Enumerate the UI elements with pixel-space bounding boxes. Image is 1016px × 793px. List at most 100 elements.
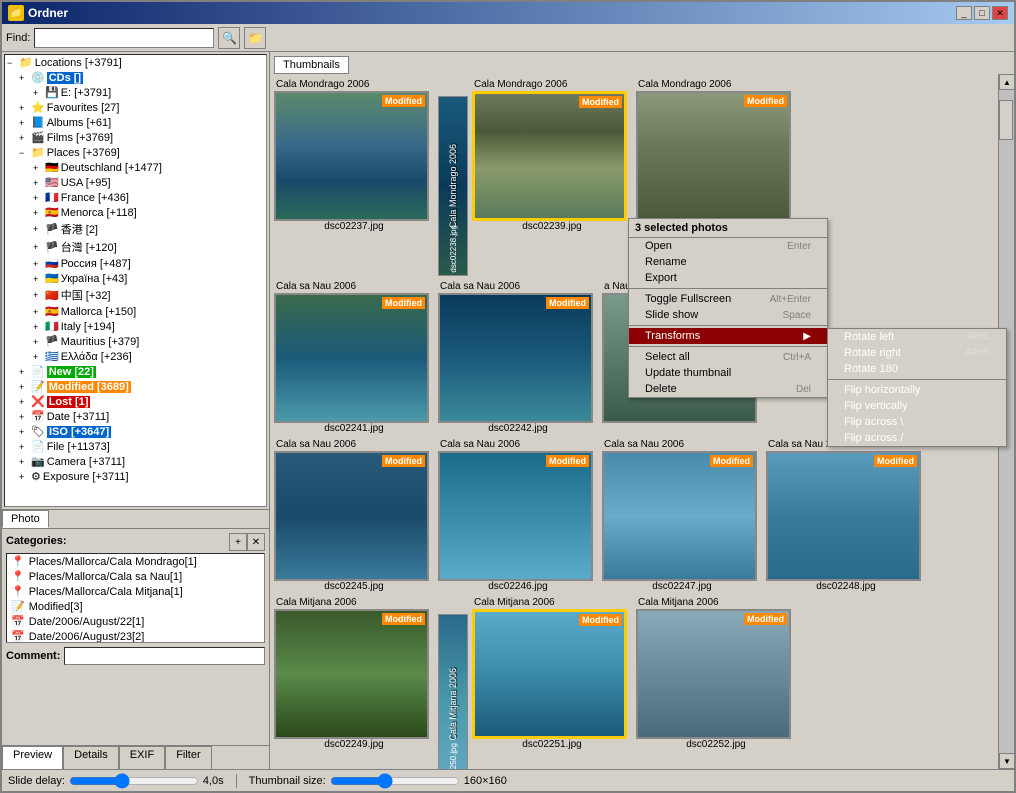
thumb-image[interactable]: Modified [766,451,921,581]
thumb-item-dsc02248[interactable]: Cala sa Nau 2006 Modified dsc02248.jpg [766,438,926,592]
add-category-button[interactable]: + [229,533,247,551]
thumb-image[interactable]: Modified [438,451,593,581]
tab-details[interactable]: Details [63,746,119,769]
tree-item-modified[interactable]: + 📝 Modified [3689] [5,379,266,394]
context-export[interactable]: Export [629,270,827,286]
tree-item-deutschland[interactable]: + 🇩🇪 Deutschland [+1477] [5,160,266,175]
thumb-item-dsc02238-vert[interactable]: Cala Mondrago 2006 dsc02238.jpg [438,96,468,276]
thumb-image[interactable]: Modified [274,609,429,739]
thumb-image[interactable]: Modified [472,91,627,221]
thumb-image[interactable]: Modified [472,609,627,739]
category-item-4[interactable]: 📅 Date/2006/August/22[1] [7,614,264,629]
comment-input[interactable] [64,647,265,665]
tree-item-menorca[interactable]: + 🇪🇸 Menorca [+118] [5,205,266,220]
tree-item-lost[interactable]: + ❌ Lost [1] [5,394,266,409]
slide-delay-slider[interactable] [69,774,199,788]
category-item-1[interactable]: 📍 Places/Mallorca/Cala sa Nau[1] [7,569,264,584]
context-rename[interactable]: Rename [629,254,827,270]
tree-item-places[interactable]: − 📁 Places [+3769] [5,145,266,160]
tab-exif[interactable]: EXIF [119,746,165,769]
thumb-image[interactable]: Modified [602,451,757,581]
thumb-image[interactable]: Modified [438,293,593,423]
category-item-2[interactable]: 📍 Places/Mallorca/Cala Mitjana[1] [7,584,264,599]
find-input[interactable] [34,28,214,48]
tree-item-hongkong[interactable]: + 🏴 香港 [2] [5,220,266,238]
tree-item-mauritius[interactable]: + 🏴 Mauritius [+379] [5,334,266,349]
tree-item-italy[interactable]: + 🇮🇹 Italy [+194] [5,319,266,334]
close-button[interactable]: ✕ [992,6,1008,20]
photo-tab[interactable]: Photo [2,510,49,528]
thumb-item-dsc02251[interactable]: Cala Mitjana 2006 Modified dsc02251.jpg [472,596,632,750]
category-item-5[interactable]: 📅 Date/2006/August/23[2] [7,629,264,643]
category-item-3[interactable]: 📝 Modified[3] [7,599,264,614]
thumb-title: Cala Mitjana 2006 [472,596,632,609]
tree-item-ukraine[interactable]: + 🇺🇦 Україна [+43] [5,271,266,286]
thumb-item-dsc02249[interactable]: Cala Mitjana 2006 Modified dsc02249.jpg [274,596,434,750]
thumb-item-dsc02239[interactable]: Cala Mondrago 2006 Modified dsc02239.jpg [472,78,632,232]
tree-item-iso[interactable]: + 🏷 ISO [+3647] [5,424,266,439]
remove-category-button[interactable]: ✕ [247,533,265,551]
tree-item-edrive[interactable]: + 💾 E: [+3791] [5,85,266,100]
tab-preview[interactable]: Preview [2,746,63,769]
scroll-down-button[interactable]: ▼ [999,753,1014,769]
tab-filter[interactable]: Filter [165,746,211,769]
submenu-rotate-left[interactable]: Rotate left Alt+L [828,329,1006,345]
thumb-image[interactable]: Modified [636,609,791,739]
tree-item-date[interactable]: + 📅 Date [+3711] [5,409,266,424]
maximize-button[interactable]: □ [974,6,990,20]
tree-item-locations[interactable]: − 📁 Locations [+3791] [5,55,266,70]
scroll-thumb[interactable] [999,100,1013,140]
expand-icon: + [33,208,43,218]
context-slideshow[interactable]: Slide show Space [629,307,827,323]
tree-item-greece[interactable]: + 🇬🇷 Ελλάδα [+236] [5,349,266,364]
context-open[interactable]: Open Enter [629,238,827,254]
thumb-image[interactable]: Modified [274,91,429,221]
context-select-all[interactable]: Select all Ctrl+A [629,349,827,365]
thumb-image[interactable]: Modified [636,91,791,221]
submenu-rotate-right[interactable]: Rotate right Alt+R [828,345,1006,361]
submenu-flip-back[interactable]: Flip across \ [828,414,1006,430]
submenu-flip-forward[interactable]: Flip across / [828,430,1006,446]
search-button[interactable]: 🔍 [218,27,240,49]
thumb-image[interactable]: Modified [274,293,429,423]
thumb-image[interactable]: Modified [274,451,429,581]
submenu-flip-h[interactable]: Flip horizontally [828,382,1006,398]
context-update-thumbnail[interactable]: Update thumbnail [629,365,827,381]
thumbnail-size-slider[interactable] [330,774,460,788]
tree-item-exposure[interactable]: + ⚙ Exposure [+3711] [5,469,266,484]
category-item-0[interactable]: 📍 Places/Mallorca/Cala Mondrago[1] [7,554,264,569]
tree-item-films[interactable]: + 🎬 Films [+3769] [5,130,266,145]
thumbnails-tab[interactable]: Thumbnails [274,56,349,74]
tree-item-usa[interactable]: + 🇺🇸 USA [+95] [5,175,266,190]
tree-item-camera[interactable]: + 📷 Camera [+3711] [5,454,266,469]
thumb-item-dsc02252[interactable]: Cala Mitjana 2006 Modified dsc02252.jpg [636,596,796,750]
folder-button[interactable]: 📁 [244,27,266,49]
tree-item-russia[interactable]: + 🇷🇺 Россия [+487] [5,256,266,271]
tree-item-new[interactable]: + 📄 New [22] [5,364,266,379]
tree-item-file[interactable]: + 📄 File [+11373] [5,439,266,454]
tree-item-china[interactable]: + 🇨🇳 中国 [+32] [5,286,266,304]
context-toggle-fullscreen[interactable]: Toggle Fullscreen Alt+Enter [629,291,827,307]
submenu-rotate-180[interactable]: Rotate 180 [828,361,1006,377]
tree-item-cds[interactable]: + 💿 CDs [] [5,70,266,85]
tree-item-taiwan[interactable]: + 🏴 台灣 [+120] [5,238,266,256]
thumb-item-dsc02237[interactable]: Cala Mondrago 2006 Modified dsc02237.jpg [274,78,434,232]
minimize-button[interactable]: _ [956,6,972,20]
thumb-item-dsc02241[interactable]: Cala sa Nau 2006 Modified dsc02241.jpg [274,280,434,434]
tree-item-favourites[interactable]: + ⭐ Favourites [27] [5,100,266,115]
context-delete[interactable]: Delete Del [629,381,827,397]
thumb-item-dsc02245[interactable]: Cala sa Nau 2006 Modified dsc02245.jpg [274,438,434,592]
cat-label: Date/2006/August/22[1] [29,616,145,628]
thumb-item-dsc02250-vert[interactable]: Cala Mitjana 2006 dsc02250.jpg [438,614,468,769]
tree-item-albums[interactable]: + 📘 Albums [+61] [5,115,266,130]
context-transforms[interactable]: Transforms ▶ Rotate left Alt+L Rotate ri… [629,328,827,344]
thumb-item-dsc02246[interactable]: Cala sa Nau 2006 Modified dsc02246.jpg [438,438,598,592]
thumb-item-dsc02242[interactable]: Cala sa Nau 2006 Modified dsc02242.jpg [438,280,598,434]
submenu-flip-v[interactable]: Flip vertically [828,398,1006,414]
tree-item-france[interactable]: + 🇫🇷 France [+436] [5,190,266,205]
thumb-item-dsc02240[interactable]: Cala Mondrago 2006 Modified dsc02240.jpg [636,78,796,232]
thumb-item-dsc02247[interactable]: Cala sa Nau 2006 Modified dsc02247.jpg [602,438,762,592]
tree-item-mallorca[interactable]: + 🇪🇸 Mallorca [+150] [5,304,266,319]
slide-delay-section: Slide delay: 4,0s [8,774,224,788]
scroll-up-button[interactable]: ▲ [999,74,1014,90]
